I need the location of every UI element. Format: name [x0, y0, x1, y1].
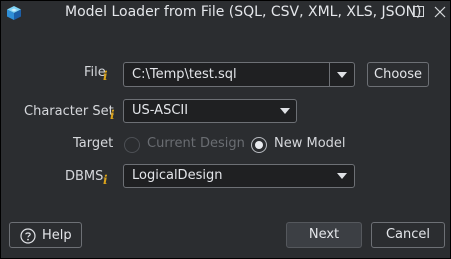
chevron-down-icon: [280, 108, 290, 114]
file-path-field[interactable]: [123, 62, 332, 87]
dialog-window: Model Loader from File (SQL, CSV, XML, X…: [1, 1, 450, 258]
maximize-button[interactable]: [408, 1, 430, 23]
new-model-label: New Model: [274, 136, 346, 151]
dbms-info-icon: i: [103, 173, 108, 187]
cube-app-icon: [6, 5, 22, 21]
target-label: Target: [73, 136, 114, 151]
help-button[interactable]: Help: [9, 222, 82, 248]
chevron-down-icon: [337, 173, 347, 179]
new-model-radio[interactable]: [251, 137, 267, 153]
file-path-input[interactable]: [124, 63, 332, 86]
character-set-value: US-ASCII: [132, 103, 189, 118]
close-button[interactable]: [429, 1, 451, 23]
cancel-button[interactable]: Cancel: [371, 222, 445, 248]
title-bar: Model Loader from File (SQL, CSV, XML, X…: [1, 1, 450, 25]
maximize-icon: [413, 6, 424, 17]
character-set-info-icon: i: [110, 108, 115, 122]
current-design-radio[interactable]: [124, 137, 140, 153]
dbms-value: LogicalDesign: [132, 168, 223, 183]
help-label: Help: [42, 228, 72, 243]
current-design-label: Current Design: [147, 136, 245, 151]
close-icon: [434, 6, 446, 18]
choose-button[interactable]: Choose: [367, 62, 429, 87]
chevron-down-icon: [337, 72, 347, 78]
dbms-select[interactable]: LogicalDesign: [123, 164, 355, 188]
file-history-dropdown-button[interactable]: [329, 62, 355, 87]
dbms-label: DBMS: [65, 169, 104, 184]
file-info-icon: i: [103, 69, 108, 83]
next-button[interactable]: Next: [286, 222, 362, 248]
question-circle-icon: [20, 228, 36, 244]
character-set-label: Character Set: [24, 104, 114, 119]
window-title: Model Loader from File (SQL, CSV, XML, X…: [65, 4, 422, 20]
character-set-select[interactable]: US-ASCII: [123, 99, 297, 123]
